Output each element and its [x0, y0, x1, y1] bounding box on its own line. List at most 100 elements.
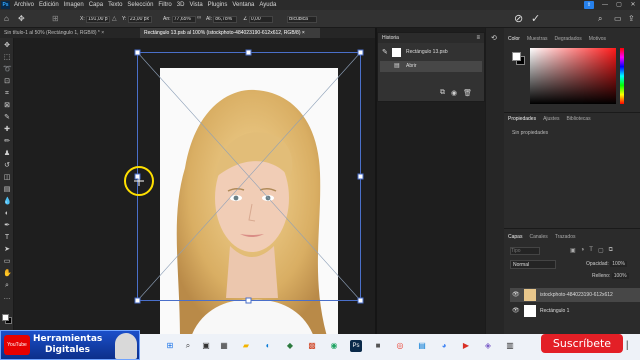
menu-imagen[interactable]: Imagen — [64, 0, 84, 10]
blur-tool-icon[interactable]: 💧 — [3, 198, 12, 206]
app-icon[interactable]: ◕ — [438, 340, 450, 352]
hue-slider[interactable] — [620, 48, 624, 104]
windows-start-icon[interactable]: ⊞ — [164, 340, 176, 352]
tab-rectangulo-13[interactable]: Rectángulo 13.psb al 100% (istockphoto-4… — [140, 28, 320, 38]
transform-handle-tl[interactable] — [134, 49, 141, 56]
reference-point-icon[interactable]: ⊞ — [52, 14, 59, 23]
height-input[interactable] — [213, 15, 238, 23]
object-select-icon[interactable]: ⊡ — [3, 78, 11, 86]
tab-ajustes[interactable]: Ajustes — [543, 114, 559, 124]
pen-tool-icon[interactable]: ✒ — [3, 222, 11, 230]
menu-ayuda[interactable]: Ayuda — [259, 0, 276, 10]
hand-tool-icon[interactable]: ✋ — [3, 270, 12, 278]
app-icon[interactable]: ◆ — [284, 340, 296, 352]
pixel-filter-icon[interactable]: ▣ — [570, 247, 576, 254]
app-icon[interactable]: ◉ — [328, 340, 340, 352]
more-tools-icon[interactable]: … — [3, 294, 11, 302]
color-panel-foreground-swatch[interactable] — [512, 52, 521, 61]
history-step-row[interactable]: ▤ Abrir — [380, 61, 482, 72]
search-icon[interactable]: ⌕ — [182, 340, 194, 352]
subscribe-button[interactable]: Suscríbete — [541, 334, 623, 353]
share-panel-icon[interactable]: ⇪ — [628, 14, 635, 23]
menu-seleccion[interactable]: Selección — [127, 0, 153, 10]
transform-bounding-box[interactable] — [14, 38, 375, 334]
transform-handle-r[interactable] — [357, 173, 364, 180]
visibility-eye-icon[interactable]: 👁 — [512, 304, 520, 318]
layer-row[interactable]: 👁 istockphoto-484023190-612x612 — [510, 288, 640, 302]
file-explorer-icon[interactable]: ▰ — [240, 340, 252, 352]
close-window-button[interactable]: ✕ — [626, 0, 640, 10]
color-picker-field[interactable] — [530, 48, 616, 104]
lasso-tool-icon[interactable]: ➰ — [3, 66, 12, 74]
app-icon[interactable]: ▤ — [416, 340, 428, 352]
clone-stamp-icon[interactable]: ♟ — [3, 150, 11, 158]
menu-vista[interactable]: Vista — [189, 0, 202, 10]
show-desktop-icon[interactable]: ▏ — [624, 340, 636, 352]
tab-trazados[interactable]: Trazados — [555, 232, 576, 242]
maximize-button[interactable]: ▢ — [612, 0, 626, 10]
edge-icon[interactable]: ◐ — [262, 340, 274, 352]
layer-row[interactable]: 👁 Rectángulo 1 — [510, 304, 640, 318]
foreground-color-swatch[interactable] — [2, 314, 9, 321]
smart-object-filter-icon[interactable]: ⧉ — [609, 247, 613, 254]
tab-sin-titulo[interactable]: Sin título-1 al 50% (Rectángulo 1, RGB/8… — [0, 28, 138, 38]
close-tab-icon[interactable]: × — [101, 30, 104, 36]
delta-icon[interactable]: △ — [112, 15, 117, 22]
menu-3d[interactable]: 3D — [177, 0, 185, 10]
type-filter-icon[interactable]: T — [589, 247, 593, 254]
panel-menu-icon[interactable]: ≡ — [476, 33, 480, 43]
widgets-icon[interactable]: ▦ — [218, 340, 230, 352]
chrome-icon[interactable]: ◎ — [394, 340, 406, 352]
history-panel-icon[interactable]: ⟲ — [491, 34, 497, 42]
tab-muestras[interactable]: Muestras — [527, 34, 548, 44]
camera-snapshot-icon[interactable]: ◉ — [451, 89, 457, 97]
type-tool-icon[interactable]: T — [3, 234, 11, 242]
eyedropper-icon[interactable]: ✎ — [3, 114, 11, 122]
width-input[interactable] — [171, 15, 196, 23]
commit-transform-icon[interactable]: ✓ — [531, 12, 540, 25]
cancel-transform-icon[interactable]: ⊘ — [514, 12, 523, 25]
app-icon[interactable]: ▩ — [306, 340, 318, 352]
menu-edicion[interactable]: Edición — [39, 0, 59, 10]
blend-mode-select[interactable]: Normal — [510, 260, 556, 269]
x-input[interactable] — [86, 15, 111, 23]
photoshop-taskbar-icon[interactable]: Ps — [350, 340, 362, 352]
shape-filter-icon[interactable]: ▢ — [598, 247, 604, 254]
adjustment-filter-icon[interactable]: ◑ — [581, 247, 585, 254]
angle-input[interactable] — [248, 15, 273, 23]
zoom-tool-icon[interactable]: ⌕ — [3, 282, 11, 290]
history-brush-source-icon[interactable]: ✎ — [382, 47, 388, 58]
app-icon[interactable]: ▥ — [504, 340, 516, 352]
crop-tool-icon[interactable]: ⌗ — [3, 90, 11, 98]
menu-plugins[interactable]: Plugins — [208, 0, 228, 10]
document-canvas[interactable] — [14, 38, 375, 334]
task-view-icon[interactable]: ▣ — [200, 340, 212, 352]
interpolation-select[interactable] — [287, 15, 317, 23]
transform-handle-tr[interactable] — [357, 49, 364, 56]
link-icon[interactable]: ∞ — [197, 15, 201, 21]
workspace-icon[interactable]: ▭ — [614, 14, 622, 23]
minimize-button[interactable]: — — [598, 0, 612, 10]
path-select-icon[interactable]: ➤ — [3, 246, 11, 254]
opacity-input[interactable]: 100% — [610, 261, 627, 267]
marquee-tool-icon[interactable]: ⬚ — [3, 54, 11, 62]
gradient-tool-icon[interactable]: ▤ — [3, 186, 11, 194]
home-icon[interactable]: ⌂ — [4, 14, 9, 23]
tab-degradados[interactable]: Degradados — [555, 34, 582, 44]
menu-filtro[interactable]: Filtro — [158, 0, 171, 10]
history-brush-icon[interactable]: ↺ — [3, 162, 11, 170]
dodge-tool-icon[interactable]: ◐ — [3, 210, 11, 218]
transform-handle-br[interactable] — [357, 297, 364, 304]
move-tool-icon[interactable]: ✥ — [18, 14, 25, 23]
history-snapshot-row[interactable]: ✎ Rectángulo 13.psb — [380, 47, 482, 58]
y-input[interactable] — [127, 15, 152, 23]
app-icon[interactable]: ▶ — [460, 340, 472, 352]
tab-motivos[interactable]: Motivos — [589, 34, 606, 44]
transform-handle-b[interactable] — [245, 297, 252, 304]
menu-ventana[interactable]: Ventana — [232, 0, 254, 10]
app-icon[interactable]: ◈ — [482, 340, 494, 352]
transform-handle-bl[interactable] — [134, 297, 141, 304]
new-document-from-state-icon[interactable]: ⧉ — [440, 89, 445, 97]
menu-archivo[interactable]: Archivo — [14, 0, 34, 10]
move-tool-icon[interactable]: ✥ — [3, 42, 11, 50]
